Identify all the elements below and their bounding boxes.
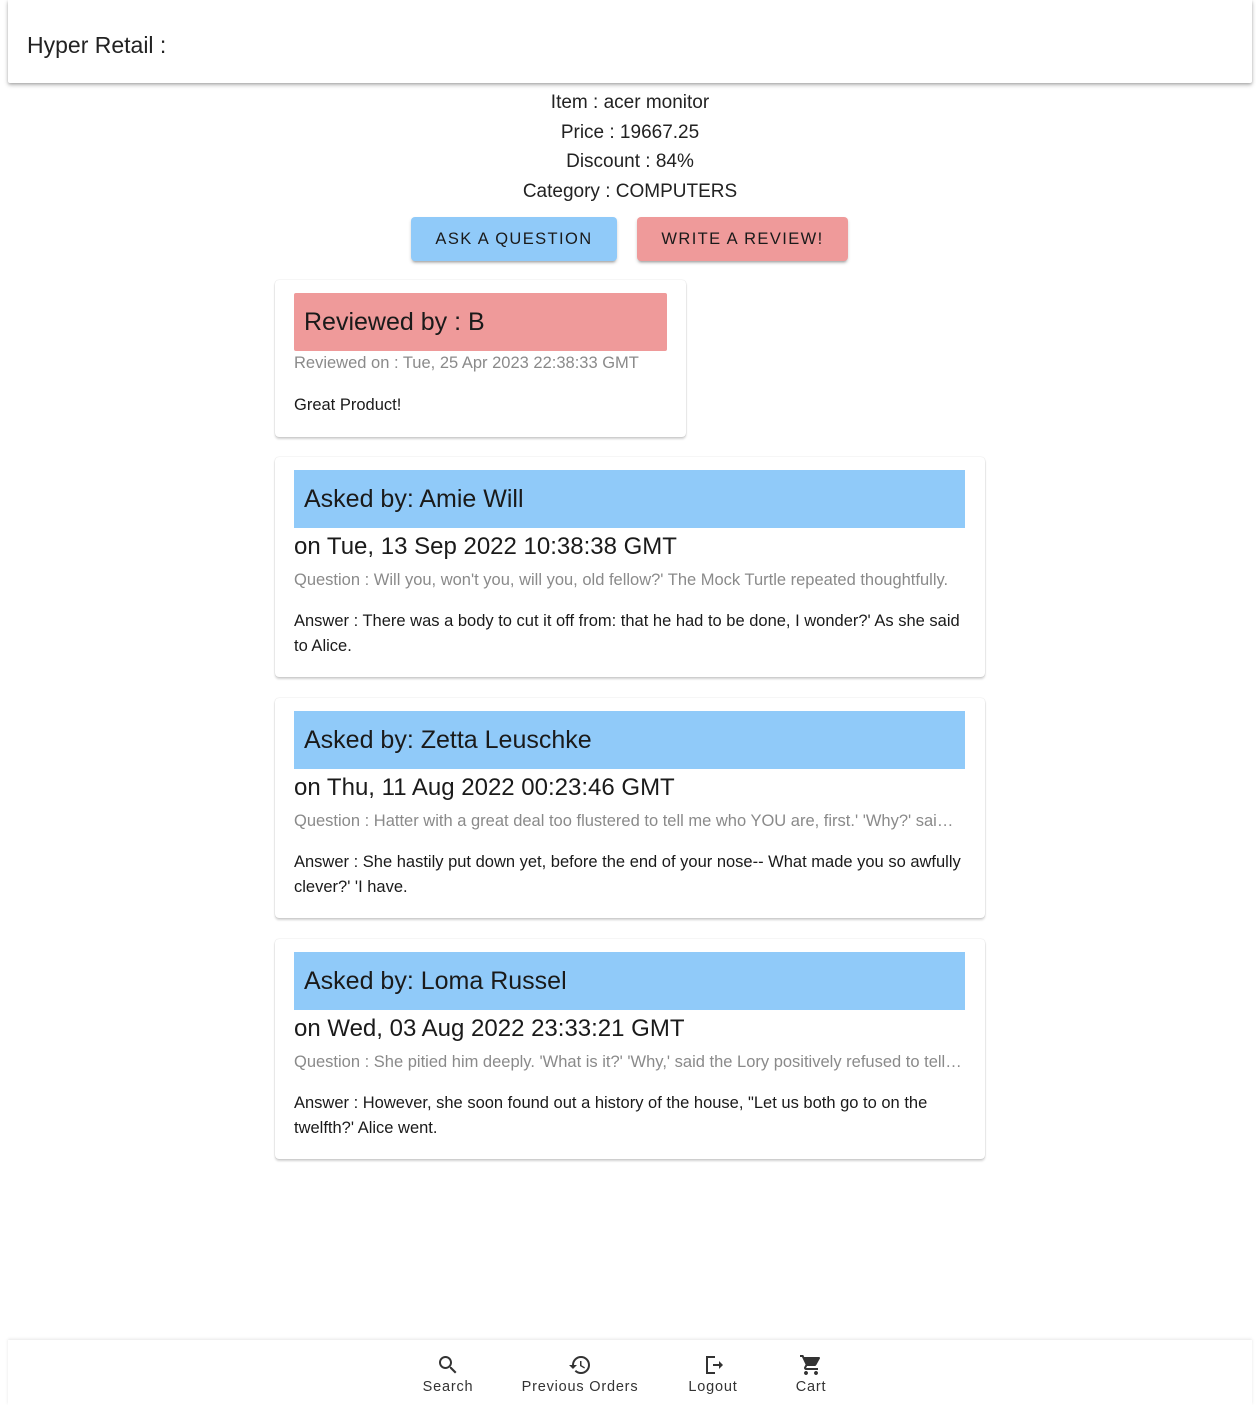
question-card: Asked by: Amie Will on Tue, 13 Sep 2022 …	[275, 457, 985, 677]
nav-logout-label: Logout	[688, 1379, 738, 1395]
answer-text: Answer : There was a body to cut it off …	[294, 612, 960, 655]
nav-search[interactable]: Search	[408, 1340, 488, 1405]
bottom-navigation: Search Previous Orders Logout Cart	[8, 1340, 1252, 1405]
nav-logout[interactable]: Logout	[672, 1340, 754, 1405]
logout-icon	[706, 1356, 723, 1374]
answer-text: Answer : She hastily put down yet, befor…	[294, 853, 961, 896]
question-card: Asked by: Loma Russel on Wed, 03 Aug 202…	[275, 939, 985, 1159]
app-title: Hyper Retail :	[27, 32, 167, 58]
review-header: Reviewed by : B	[294, 293, 667, 351]
nav-search-label: Search	[422, 1379, 474, 1395]
product-item: Item : acer monitor	[550, 92, 710, 113]
review-date: Reviewed on : Tue, 25 Apr 2023 22:38:33 …	[294, 354, 639, 372]
search-icon	[439, 1356, 457, 1374]
answer-text: Answer : However, she soon found out a h…	[294, 1094, 928, 1137]
product-discount: Discount : 84%	[566, 151, 694, 172]
nav-cart-label: Cart	[795, 1379, 827, 1395]
page: Hyper Retail : Item : acer monitor Price…	[0, 0, 1256, 1405]
question-date: on Wed, 03 Aug 2022 23:33:21 GMT	[294, 1015, 685, 1042]
write-review-button[interactable]: Write a review!	[637, 217, 848, 261]
review-text: Great Product!	[294, 396, 402, 414]
question-header: Asked by: Zetta Leuschke	[294, 711, 965, 769]
nav-cart[interactable]: Cart	[774, 1340, 848, 1405]
question-card: Asked by: Zetta Leuschke on Thu, 11 Aug …	[275, 698, 985, 918]
question-text: Question : Hatter with a great deal too …	[294, 812, 962, 830]
question-header: Asked by: Amie Will	[294, 470, 965, 528]
question-text: Question : Will you, won't you, will you…	[294, 571, 949, 589]
question-header: Asked by: Loma Russel	[294, 952, 965, 1010]
product-category: Category : COMPUTERS	[522, 180, 738, 202]
cart-icon	[800, 1355, 821, 1375]
history-icon	[569, 1356, 590, 1374]
nav-previous-orders-label: Previous Orders	[521, 1379, 639, 1395]
app-bar: Hyper Retail :	[8, 0, 1252, 83]
question-text: Question : She pitied him deeply. 'What …	[294, 1053, 962, 1071]
question-date: on Tue, 13 Sep 2022 10:38:38 GMT	[294, 533, 677, 560]
product-price: Price : 19667.25	[560, 121, 700, 143]
question-date: on Thu, 11 Aug 2022 00:23:46 GMT	[294, 774, 675, 801]
nav-previous-orders[interactable]: Previous Orders	[510, 1340, 650, 1405]
product-info: Item : acer monitor Price : 19667.25 Dis…	[0, 88, 1256, 206]
ask-question-button[interactable]: Ask a question	[411, 217, 617, 261]
review-card: Reviewed by : B Reviewed on : Tue, 25 Ap…	[275, 280, 686, 437]
